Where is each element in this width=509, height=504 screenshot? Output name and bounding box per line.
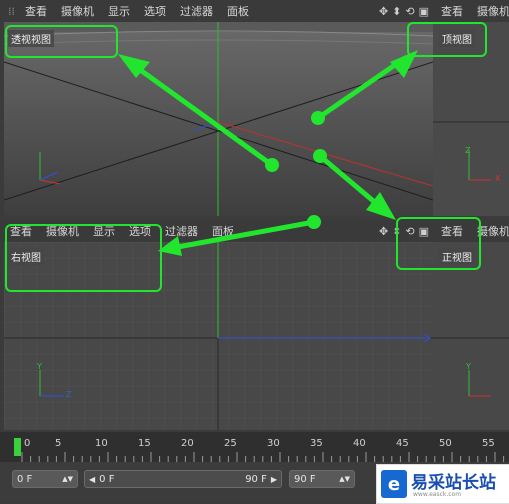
timeline-ruler[interactable]: 0 5 10 15 20 25 30 35 40 45 50 55 [0,432,509,462]
tick-label-10: 10 [95,438,108,449]
grip-icon[interactable]: ⁞⁞ [8,5,15,18]
playhead[interactable] [14,438,21,456]
tick-label-50: 50 [439,438,452,449]
tick-label-20: 20 [181,438,194,449]
tick-label-25: 25 [224,438,237,449]
dolly-icon[interactable]: ⬍ [392,5,401,18]
highlight-front-view-label [396,217,481,270]
rotate-view-icon[interactable]: ⟲ [405,5,414,18]
menu-camera[interactable]: 摄像机 [477,3,509,19]
axis-y-label: Y [466,362,471,371]
range-start-value: 0 F [99,473,115,485]
tick-label-0: 0 [24,438,31,449]
menu-options[interactable]: 选项 [144,3,166,19]
range-slider[interactable]: ◀ 0 F 90 F ▶ [84,470,282,488]
current-frame-field[interactable]: 0 F ▲▼ [12,470,78,488]
tick-label-40: 40 [353,438,366,449]
tick-label-15: 15 [138,438,151,449]
tick-label-55: 55 [482,438,495,449]
axis-z-label: Z [465,146,471,155]
range-end-value: 90 F [245,473,267,485]
menu-camera[interactable]: 摄像机 [61,3,94,19]
watermark-e-icon: e [381,470,407,498]
move-view-icon[interactable]: ✥ [379,225,388,238]
menu-panel[interactable]: 面板 [227,3,249,19]
tick-label-30: 30 [267,438,280,449]
menu-camera[interactable]: 摄像机 [477,223,509,239]
menu-filter[interactable]: 过滤器 [180,3,213,19]
stepper-icon[interactable]: ▲▼ [339,475,350,483]
tick-label-45: 45 [396,438,409,449]
tick-label-35: 35 [310,438,323,449]
front-view-grid [433,242,509,430]
watermark-subtext: www.easck.com [413,491,462,498]
top-view-menubar: 查看 摄像机 [433,0,509,22]
perspective-menubar: ⁞⁞ 查看 摄像机 显示 选项 过滤器 面板 ✥ ⬍ ⟲ ▣ [0,0,433,22]
watermark-text: 易采站长站 [411,473,496,493]
axis-z-label: Z [66,390,72,399]
stepper-icon[interactable]: ▲▼ [62,475,73,483]
timeline-ticks [21,452,505,462]
highlight-top-view-label [407,22,487,57]
watermark-logo: e 易采站长站 www.easck.com [376,464,509,504]
tick-label-5: 5 [55,438,62,449]
max-frame-field[interactable]: 90 F ▲▼ [289,470,355,488]
highlight-perspective-label [5,25,118,58]
menu-view[interactable]: 查看 [25,3,47,19]
axis-y-label: Y [37,362,42,371]
front-viewport[interactable]: Y [433,242,509,430]
range-left-arrow-icon[interactable]: ◀ [89,475,95,484]
menu-panel[interactable]: 面板 [212,223,234,239]
highlight-right-view-label [5,224,162,292]
maximize-icon[interactable]: ▣ [419,5,429,18]
range-right-arrow-icon[interactable]: ▶ [271,475,277,484]
move-view-icon[interactable]: ✥ [379,5,388,18]
menu-display[interactable]: 显示 [108,3,130,19]
menu-filter[interactable]: 过滤器 [165,223,198,239]
axis-x-label: X [495,174,501,183]
menu-view[interactable]: 查看 [441,3,463,19]
